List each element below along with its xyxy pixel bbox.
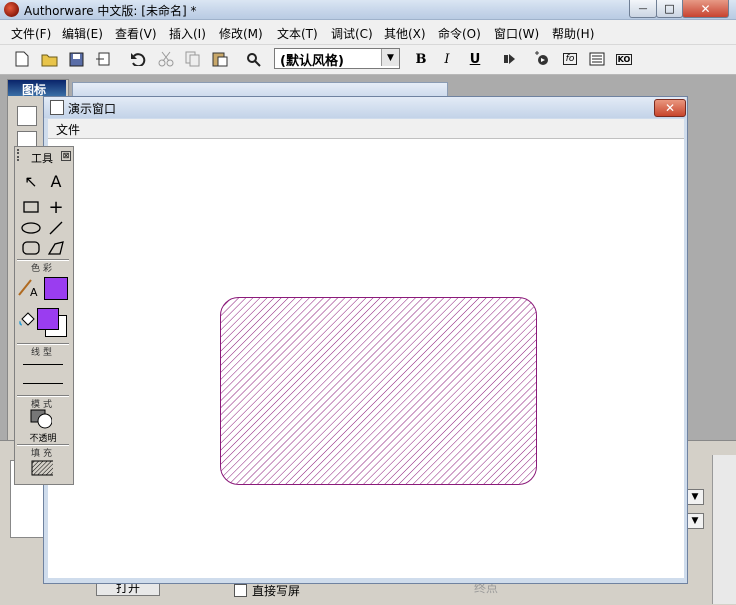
- variables-icon[interactable]: [587, 49, 607, 69]
- menu-view[interactable]: 查看(V): [115, 25, 157, 42]
- knowledge-objects-icon[interactable]: KO: [614, 49, 634, 69]
- line-style-default[interactable]: [23, 383, 63, 384]
- chevron-down-icon[interactable]: ▼: [686, 489, 704, 505]
- menu-debug[interactable]: 调试(C): [331, 25, 373, 42]
- new-file-icon[interactable]: [12, 49, 32, 69]
- line-tool-icon[interactable]: [45, 218, 67, 238]
- crosshair-tool-icon[interactable]: +: [45, 197, 67, 218]
- menu-other[interactable]: 其他(X): [384, 25, 426, 42]
- undo-icon[interactable]: [128, 49, 148, 69]
- open-file-icon[interactable]: [40, 49, 60, 69]
- menu-edit[interactable]: 编辑(E): [62, 25, 103, 42]
- find-icon[interactable]: [244, 49, 264, 69]
- presentation-window-titlebar: [44, 97, 686, 118]
- restart-icon[interactable]: [500, 49, 520, 69]
- close-icon: ✕: [700, 1, 711, 16]
- minimize-button[interactable]: —: [629, 0, 657, 18]
- paste-icon[interactable]: [210, 49, 230, 69]
- menu-modify[interactable]: 修改(M): [219, 25, 263, 42]
- close-button[interactable]: ✕: [682, 0, 729, 18]
- color-section-label: 色彩: [30, 264, 55, 274]
- svg-text:A: A: [30, 286, 38, 298]
- presentation-window-icon: [50, 100, 64, 115]
- foreground-fill-swatch[interactable]: [37, 308, 59, 330]
- line-style-thin[interactable]: [23, 364, 63, 365]
- presentation-menu-bar: [48, 119, 684, 139]
- menu-text[interactable]: 文本(T): [277, 25, 318, 42]
- polygon-tool-icon[interactable]: [45, 238, 67, 258]
- cut-icon[interactable]: [156, 49, 176, 69]
- chevron-down-icon[interactable]: ▼: [381, 49, 399, 66]
- presentation-menu-file[interactable]: 文件: [56, 121, 80, 138]
- chevron-down-icon[interactable]: ▼: [686, 513, 704, 529]
- app-icon: [4, 2, 19, 17]
- rectangle-tool-icon[interactable]: [20, 197, 42, 217]
- functions-label: fo: [562, 53, 578, 65]
- properties-side-strip: [712, 455, 736, 604]
- grip-icon[interactable]: [17, 149, 23, 161]
- maximize-button[interactable]: □: [656, 0, 683, 18]
- underline-button[interactable]: U: [465, 49, 485, 69]
- save-all-icon[interactable]: [67, 49, 87, 69]
- motion-icon[interactable]: [17, 131, 37, 147]
- direct-write-checkbox[interactable]: [234, 584, 247, 597]
- rounded-rectangle-tool-icon[interactable]: [20, 238, 42, 258]
- line-section-label: 线型: [30, 348, 55, 358]
- pointer-tool-icon[interactable]: ↖: [20, 171, 42, 191]
- tools-close-button[interactable]: ⊠: [61, 151, 71, 161]
- text-tool-icon[interactable]: A: [45, 171, 67, 191]
- maximize-icon: □: [664, 2, 675, 15]
- presentation-close-button[interactable]: ✕: [654, 99, 686, 117]
- import-icon[interactable]: [94, 49, 114, 69]
- menu-commands[interactable]: 命令(O): [438, 25, 481, 42]
- ellipse-tool-icon[interactable]: [20, 218, 42, 238]
- opaque-mode-icon[interactable]: [30, 409, 52, 429]
- text-style-value: (默认风格): [280, 54, 344, 69]
- italic-button[interactable]: I: [437, 49, 457, 69]
- menu-window[interactable]: 窗口(W): [494, 25, 539, 42]
- minimize-icon: —: [638, 3, 648, 14]
- menu-file[interactable]: 文件(F): [11, 25, 51, 42]
- window-title: Authorware 中文版: [未命名] *: [24, 4, 197, 18]
- menu-help[interactable]: 帮助(H): [552, 25, 594, 42]
- presentation-window-title: 演示窗口: [68, 102, 117, 116]
- bold-button[interactable]: B: [411, 49, 431, 69]
- display-icon[interactable]: [17, 106, 37, 126]
- mode-value: 不透明: [29, 434, 57, 444]
- close-icon: ✕: [664, 101, 676, 115]
- copy-icon[interactable]: [183, 49, 203, 69]
- control-panel-icon[interactable]: [532, 49, 552, 69]
- tools-palette-title: 工具: [31, 152, 53, 165]
- functions-icon[interactable]: fo: [560, 49, 580, 69]
- knowledge-objects-label: KO: [615, 53, 633, 65]
- hatched-rounded-rectangle[interactable]: [219, 296, 539, 486]
- fill-bucket-icon[interactable]: [17, 311, 39, 331]
- line-color-swatch[interactable]: [44, 277, 68, 300]
- direct-write-label: 直接写屏: [252, 584, 301, 598]
- fill-pattern-icon[interactable]: [31, 458, 53, 478]
- pen-color-icon[interactable]: A: [17, 277, 39, 298]
- menu-insert[interactable]: 插入(I): [169, 25, 206, 42]
